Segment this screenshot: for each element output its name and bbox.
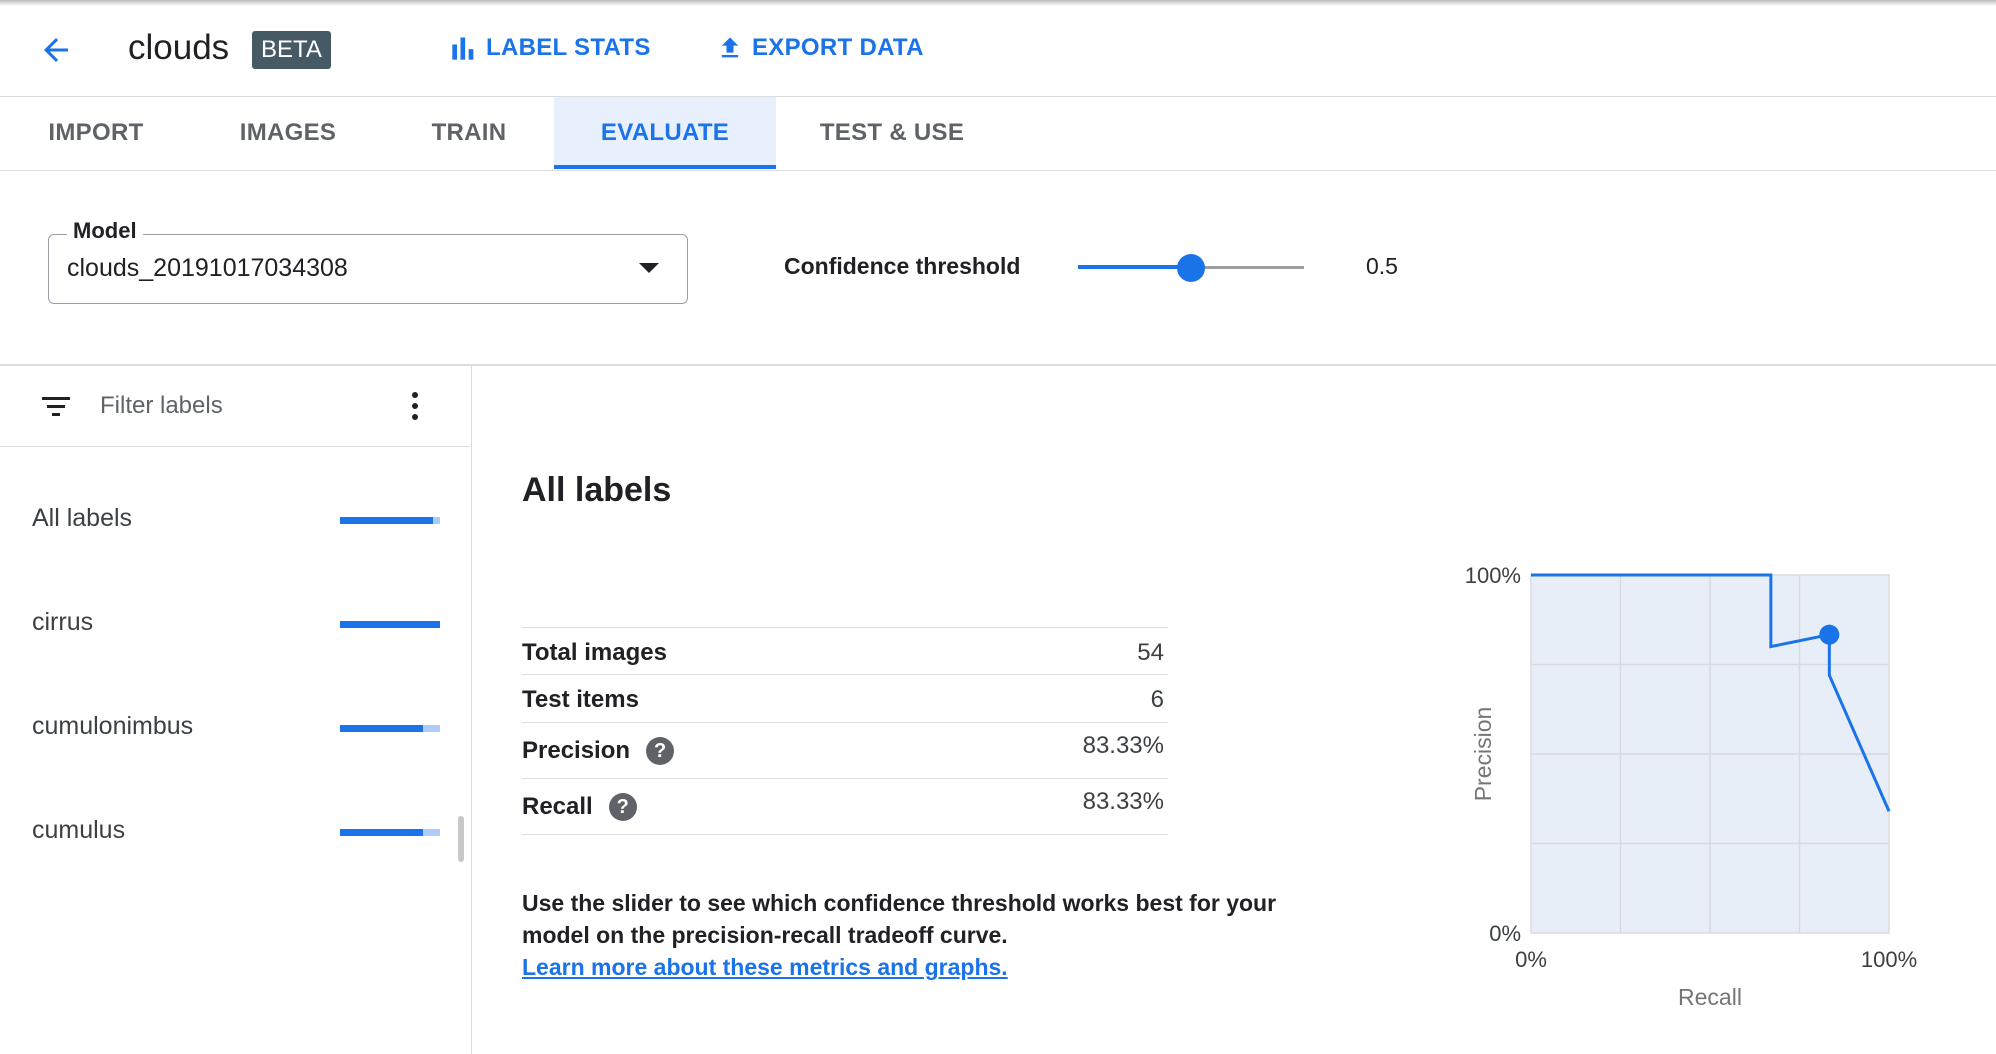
metric-name: Total images	[522, 639, 667, 666]
metric-value: 83.33%	[1082, 788, 1164, 815]
precision-recall-chart: 100% 0%0% 100% Recall Precision	[1465, 563, 1917, 1010]
label-score-fill	[340, 829, 423, 836]
label-name: cumulus	[32, 816, 126, 844]
label-name: All labels	[32, 504, 133, 532]
metric-name-text: Precision	[522, 737, 631, 764]
beta-badge: BETA	[252, 31, 331, 69]
label-score-fill	[340, 517, 433, 524]
filter-labels-input[interactable]	[100, 386, 380, 426]
dropdown-arrow-icon	[639, 263, 659, 273]
x-axis-label: Recall	[1678, 984, 1742, 1010]
tab-train[interactable]: TRAIN	[384, 97, 554, 169]
dataset-title: clouds	[128, 28, 230, 67]
filter-bar	[0, 366, 470, 447]
help-icon[interactable]: ?	[608, 793, 637, 821]
label-score-bar	[340, 725, 440, 732]
app-header: clouds BETA LABEL STATS EXPORT DATA	[0, 0, 1996, 97]
label-score-fill	[340, 621, 440, 628]
label-item-cumulus[interactable]: cumulus	[0, 796, 460, 866]
y-tick-label-max: 100%	[1465, 563, 1521, 588]
upload-icon	[721, 37, 739, 58]
y-axis-label: Precision	[1470, 707, 1496, 802]
metric-value: 54	[1137, 639, 1164, 666]
model-select-value: clouds_20191017034308	[67, 254, 348, 282]
learn-more-link[interactable]: Learn more about these metrics and graph…	[522, 954, 1008, 980]
metric-row-total-images: Total images 54	[522, 628, 1168, 675]
label-name: cumulonimbus	[32, 712, 194, 740]
bar-chart-icon	[452, 37, 474, 60]
tab-images[interactable]: IMAGES	[192, 97, 384, 169]
y-tick-label-min: 0%	[1489, 921, 1521, 946]
metric-row-test-items: Test items 6	[522, 675, 1168, 723]
model-select[interactable]: Model clouds_20191017034308	[48, 218, 688, 304]
label-score-fill	[340, 725, 423, 732]
tab-bar: IMPORT IMAGES TRAIN EVALUATE TEST & USE	[0, 97, 1996, 171]
confidence-threshold-slider[interactable]	[1078, 252, 1304, 284]
metric-value: 83.33%	[1082, 732, 1164, 759]
metrics-table: Total images 54 Test items 6 Precision ?…	[522, 627, 1168, 835]
metric-value: 6	[1150, 686, 1164, 713]
arrow-back-icon	[44, 38, 68, 62]
back-button[interactable]	[32, 26, 80, 74]
metric-name: Recall ?	[522, 793, 637, 821]
section-title: All labels	[522, 471, 672, 509]
label-item-all-labels[interactable]: All labels	[0, 484, 460, 554]
more-vert-icon[interactable]	[400, 388, 430, 424]
sidebar-scrollbar[interactable]	[458, 816, 464, 862]
confidence-threshold-value: 0.5	[1366, 253, 1398, 279]
metric-row-recall: Recall ? 83.33%	[522, 779, 1168, 835]
threshold-point	[1819, 624, 1840, 645]
confidence-threshold-label: Confidence threshold	[784, 253, 1021, 279]
tab-import[interactable]: IMPORT	[0, 97, 192, 169]
help-text-block: Use the slider to see which confidence t…	[522, 887, 1302, 983]
label-item-cumulonimbus[interactable]: cumulonimbus	[0, 692, 460, 762]
label-score-bar	[340, 621, 440, 628]
help-text: Use the slider to see which confidence t…	[522, 890, 1277, 948]
help-icon[interactable]: ?	[646, 737, 675, 765]
export-data-label: EXPORT DATA	[752, 34, 924, 61]
metric-name-text: Recall	[522, 793, 593, 820]
labels-sidebar: All labels cirrus cumulonimbus cumulus	[0, 366, 472, 1054]
tab-test-use[interactable]: TEST & USE	[776, 97, 1008, 169]
export-data-button[interactable]: EXPORT DATA	[716, 28, 924, 68]
metric-name: Test items	[522, 686, 639, 713]
label-score-bar	[340, 517, 440, 524]
label-stats-label: LABEL STATS	[486, 34, 651, 61]
label-stats-button[interactable]: LABEL STATS	[450, 28, 651, 68]
metric-name: Precision ?	[522, 737, 675, 765]
filter-icon[interactable]	[40, 394, 72, 420]
slider-thumb[interactable]	[1177, 254, 1205, 282]
x-tick-label-min: 0%	[1515, 947, 1547, 972]
tab-evaluate[interactable]: EVALUATE	[554, 97, 776, 169]
slider-fill	[1078, 265, 1191, 269]
x-tick-label-max: 100%	[1861, 947, 1917, 972]
metric-row-precision: Precision ? 83.33%	[522, 723, 1168, 779]
label-name: cirrus	[32, 608, 94, 636]
label-item-cirrus[interactable]: cirrus	[0, 588, 460, 658]
label-score-bar	[340, 829, 440, 836]
